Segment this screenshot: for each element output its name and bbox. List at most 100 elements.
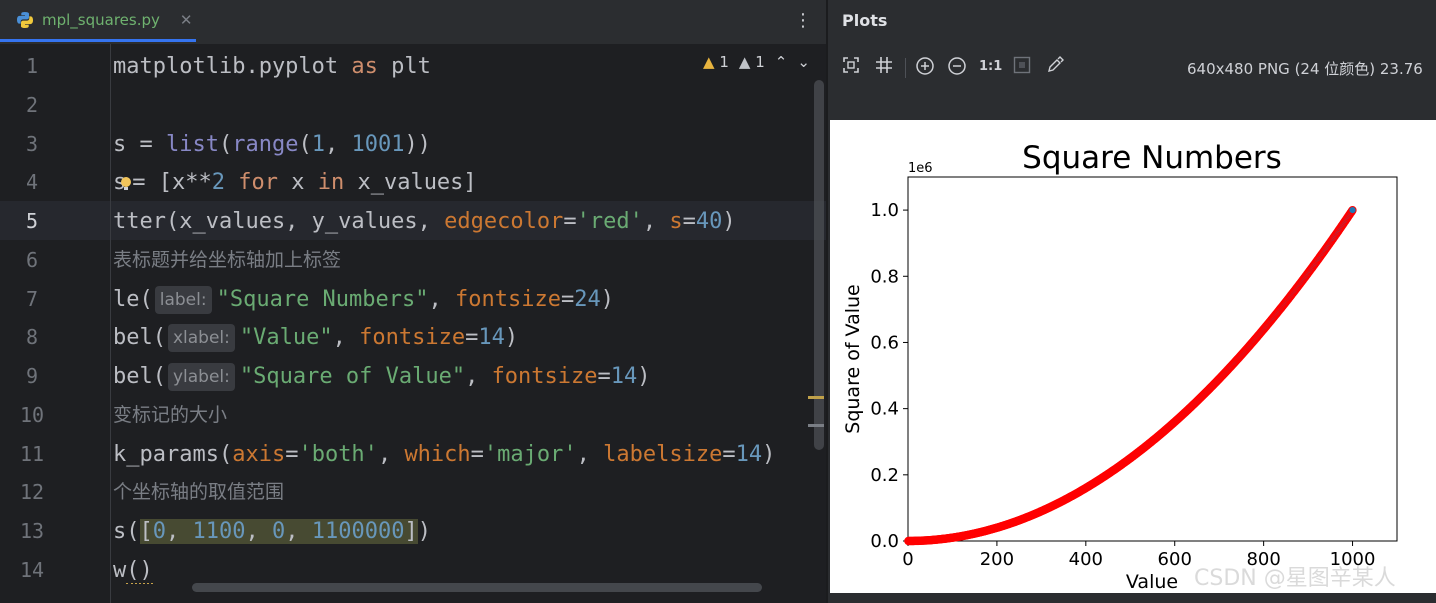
code-token: , <box>642 209 670 234</box>
x-tick-label: 200 <box>980 549 1014 570</box>
number-token: 1100 <box>192 519 246 544</box>
lightbulb-icon[interactable] <box>120 176 132 190</box>
code-token: , <box>576 442 604 467</box>
code-line-4: s = [x**2 for x in x_values] <box>113 163 477 202</box>
x-axis-label: Value <box>1126 571 1178 593</box>
code-editor[interactable]: mpl_squares.py ✕ ⋮ 1 2 3 4 5 6 7 8 9 10 … <box>0 0 826 603</box>
zoom-out-icon[interactable] <box>946 56 968 78</box>
line-number: 10 <box>19 403 45 427</box>
scatter-point <box>1348 205 1357 215</box>
code-line-12-comment: 个坐标轴的取值范围 <box>113 481 285 503</box>
tab-label: mpl_squares.py <box>42 10 160 29</box>
code-line-5: tter(x_values, y_values, edgecolor='red'… <box>113 202 736 241</box>
plot-image[interactable]: Square Numbers 1e6 Value Square of Value… <box>830 120 1436 593</box>
more-options-icon[interactable]: ⋮ <box>794 10 812 31</box>
line-number: 11 <box>19 442 45 466</box>
code-token: plt <box>377 54 431 79</box>
inspection-widget[interactable]: ▲ 1 ▲ 1 ⌃ ⌄ <box>703 53 810 71</box>
code-token: ( <box>218 132 233 157</box>
plot-area <box>907 176 1398 542</box>
number-token: 14 <box>735 442 763 467</box>
code-token: ) <box>722 209 736 234</box>
background-icon[interactable] <box>1011 56 1033 78</box>
y-tick-label: 0.0 <box>870 531 899 552</box>
code-token: ) <box>504 325 519 350</box>
x-tick-label: 400 <box>1069 549 1103 570</box>
background-icon-svg <box>1013 56 1031 74</box>
kwarg-token: fontsize <box>455 287 561 312</box>
indent-guide <box>110 44 111 603</box>
grid-icon[interactable] <box>873 56 895 78</box>
editor-tab-bar: mpl_squares.py ✕ ⋮ <box>0 0 826 45</box>
warning-stripe-marker[interactable] <box>808 396 824 399</box>
code-token: [ <box>139 519 153 544</box>
parameter-hint: label: <box>154 286 212 314</box>
code-token: , <box>428 287 456 312</box>
code-token: le( <box>113 287 153 312</box>
number-token: 2 <box>211 170 225 195</box>
toolbar-separator <box>905 58 906 78</box>
number-token: 0 <box>271 519 286 544</box>
y-tick-label: 0.8 <box>870 266 899 287</box>
line-number: 9 <box>25 364 39 388</box>
string-token: 'red' <box>576 209 643 234</box>
fit-icon[interactable] <box>840 56 862 78</box>
code-line-14: w() <box>113 551 153 584</box>
string-token: "Square Numbers" <box>216 287 429 312</box>
string-token: 'both' <box>298 442 378 467</box>
chart-title: Square Numbers <box>1022 140 1282 176</box>
line-number: 7 <box>25 287 39 311</box>
kwarg-token: fontsize <box>491 364 598 389</box>
watermark: CSDN @星图辛某人 <box>1194 566 1396 591</box>
color-picker-icon-svg <box>1048 56 1064 72</box>
scatter-chart: Square Numbers 1e6 Value Square of Value… <box>842 140 1398 593</box>
code-token: = <box>682 209 696 234</box>
number-token: 14 <box>610 364 638 389</box>
code-token: ] <box>404 519 418 544</box>
code-token: = <box>722 442 736 467</box>
previous-highlight-icon[interactable]: ⌃ <box>775 53 788 71</box>
code-token: , <box>465 364 492 389</box>
kwarg-token: fontsize <box>359 325 466 350</box>
plots-toolbar: 1:1 640x480 PNG (24 位颜色) 23.76 <box>828 48 1436 88</box>
line-number: 14 <box>19 558 45 582</box>
number-token: 0 <box>152 519 166 544</box>
info-stripe-marker[interactable] <box>808 424 824 427</box>
weak-warning-count[interactable]: ▲ 1 <box>739 53 765 71</box>
selected-text: [0, 1100, 0, 1100000] <box>139 519 418 544</box>
line-number: 13 <box>19 519 45 543</box>
kwarg-token: s <box>669 209 683 234</box>
close-icon[interactable]: ✕ <box>180 11 193 29</box>
code-token: x_values] <box>344 170 477 195</box>
weak-warning-icon: ▲ <box>738 53 751 71</box>
editor-tab[interactable]: mpl_squares.py ✕ <box>0 0 196 42</box>
code-token: matplotlib.pyplot <box>113 54 352 79</box>
zoom-in-icon[interactable] <box>914 56 936 78</box>
warning-icon: ▲ <box>703 53 715 71</box>
code-line-8: bel(xlabel: "Value", fontsize=14) <box>113 318 518 357</box>
line-number: 4 <box>25 170 39 194</box>
code-area[interactable]: matplotlib.pyplot as plt s = list(range(… <box>113 44 813 584</box>
number-token: 1 <box>311 132 325 157</box>
code-line-6-comment: 表标题并给坐标轴加上标签 <box>113 249 342 271</box>
code-token: = <box>465 325 479 350</box>
code-line-1: matplotlib.pyplot as plt <box>113 47 431 86</box>
code-token: s( <box>113 519 140 544</box>
vertical-scrollbar[interactable] <box>814 80 824 450</box>
actual-size-icon[interactable]: 1:1 <box>979 56 1002 78</box>
number-token: 40 <box>695 209 723 234</box>
horizontal-scrollbar[interactable] <box>192 583 762 592</box>
color-picker-icon[interactable] <box>1044 56 1066 78</box>
y-tick-label: 0.6 <box>870 332 899 353</box>
code-token: , <box>285 519 312 544</box>
kwarg-token: edgecolor <box>444 209 564 234</box>
number-token: 1100000 <box>311 519 405 544</box>
warning-count-label: 1 <box>719 53 729 71</box>
next-highlight-icon[interactable]: ⌄ <box>797 53 810 71</box>
code-token: , <box>332 325 360 350</box>
warning-count[interactable]: ▲ 1 <box>703 53 729 71</box>
code-token: bel( <box>113 325 166 350</box>
keyword-token: as <box>351 54 378 79</box>
kwarg-token: which <box>404 442 471 467</box>
string-token: "Square of Value" <box>239 364 466 389</box>
